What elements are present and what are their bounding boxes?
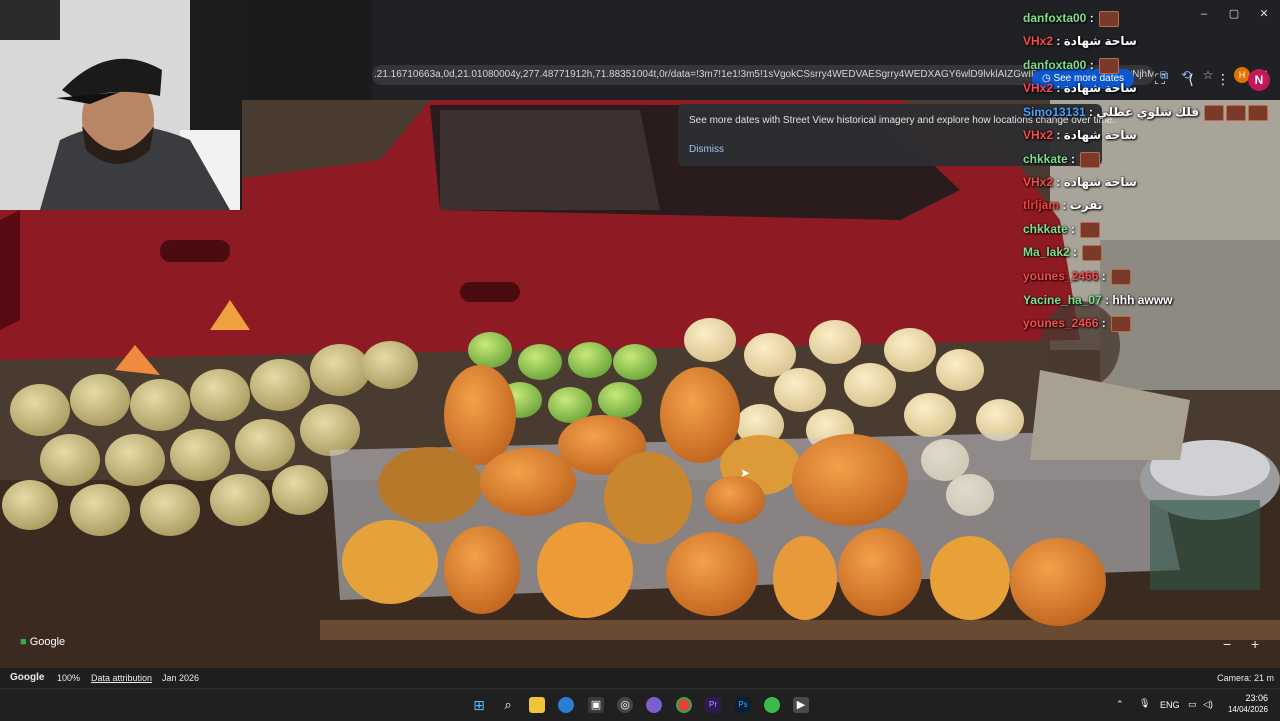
- emote-icon: [1099, 11, 1120, 27]
- chat-message: Simo13131 : قلك شلوي عطلي: [1023, 105, 1269, 121]
- imagery-date: Jan 2026: [162, 673, 200, 683]
- zoom-out-button[interactable]: −: [1223, 636, 1231, 652]
- chat-username: VHx2: [1023, 34, 1054, 48]
- chat-text: قلك شلوي عطلي: [1096, 105, 1200, 120]
- emote-icon: [1080, 222, 1101, 238]
- chat-username: chkkate: [1023, 152, 1068, 167]
- streamer-webcam: [0, 0, 242, 210]
- maps-footer: Google 100% Data attribution Jan 2026 Ca…: [0, 668, 1280, 688]
- windows-taskbar: ⊞ ⌕ ▣ ◎ Pr Ps ▶ ⌃ 🎙 ENG ▭ ◁) 23:06 14/04…: [0, 688, 1280, 721]
- chat-username: VHx2: [1023, 175, 1054, 189]
- tray-overflow-icon[interactable]: ⌃: [1116, 699, 1124, 710]
- file-explorer-icon[interactable]: [529, 697, 545, 713]
- chat-message: younes_2466 :: [1023, 269, 1132, 285]
- zoom-level: 100%: [57, 673, 81, 683]
- chat-username: danfoxta00: [1023, 58, 1087, 73]
- windows-start-icon[interactable]: ⊞: [471, 697, 487, 713]
- clock-time[interactable]: 23:06: [1228, 693, 1268, 703]
- chat-text: ساحة شهادة: [1063, 128, 1137, 142]
- chat-username: VHx2: [1023, 81, 1054, 95]
- emote-icon: [1111, 316, 1132, 332]
- more-options-icon[interactable]: ⋮: [1213, 69, 1233, 89]
- chat-username: Ma_lak2: [1023, 245, 1070, 260]
- maximize-icon[interactable]: ▢: [1224, 6, 1244, 22]
- chat-text: ساحة شهادة: [1063, 81, 1137, 95]
- camera-height: Camera: 21 m: [1217, 673, 1275, 683]
- fullscreen-icon[interactable]: ⛶: [1150, 69, 1170, 89]
- chrome-icon[interactable]: [676, 697, 692, 713]
- chat-username: younes_2466: [1023, 316, 1099, 331]
- chat-username: Yacine_ha_07: [1023, 293, 1102, 307]
- zoom-in-button[interactable]: +: [1251, 636, 1259, 652]
- chat-message: Ma_lak2 :: [1023, 245, 1103, 261]
- app-icon[interactable]: ◎: [617, 697, 633, 713]
- maps-pin-icon: ■: [20, 636, 30, 648]
- emote-icon: [1248, 105, 1269, 121]
- chat-username: Simo13131: [1023, 105, 1086, 120]
- chat-message: Yacine_ha_07 : hhh awww: [1023, 293, 1173, 307]
- language-indicator[interactable]: ENG: [1160, 700, 1180, 710]
- chat-message: chkkate :: [1023, 152, 1101, 168]
- chat-text: ساحة شهادة: [1063, 34, 1137, 48]
- account-avatar[interactable]: N: [1248, 69, 1270, 91]
- search-icon[interactable]: ⌕: [500, 697, 516, 713]
- zoom-controls: − +: [1215, 636, 1271, 652]
- app-green-icon[interactable]: [764, 697, 780, 713]
- chat-username: younes_2466: [1023, 269, 1099, 284]
- photoshop-icon[interactable]: Ps: [735, 697, 751, 713]
- clock-date[interactable]: 14/04/2026: [1224, 705, 1268, 714]
- data-attribution-link[interactable]: Data attribution: [91, 673, 152, 683]
- chat-text: تقرت: [1069, 198, 1103, 212]
- chat-message: younes_2466 :: [1023, 316, 1132, 332]
- chat-message: VHx2 : ساحة شهادة: [1023, 128, 1137, 142]
- emote-icon: [1204, 105, 1225, 121]
- mouse-cursor-icon: ➤: [740, 466, 751, 480]
- chat-message: VHx2 : ساحة شهادة: [1023, 175, 1137, 189]
- chat-text: hhh awww: [1112, 293, 1173, 307]
- share-icon[interactable]: ⟨: [1181, 69, 1201, 89]
- browser-chrome: – ▢ ✕ .21.16710663a,0d,21.01080004y,277.…: [372, 0, 1280, 100]
- google-badge-label: Google: [29, 636, 66, 648]
- minimize-icon[interactable]: –: [1194, 6, 1214, 22]
- chat-username: chkkate: [1023, 222, 1068, 237]
- microphone-icon[interactable]: 🎙: [1139, 698, 1150, 709]
- chat-message: danfoxta00 :: [1023, 58, 1120, 74]
- chat-message: VHx2 : ساحة شهادة: [1023, 34, 1137, 48]
- discord-icon[interactable]: [646, 697, 662, 713]
- chat-message: tlrljam : تقرت: [1023, 198, 1103, 212]
- webcam-image: [0, 0, 242, 210]
- google-maps-badge[interactable]: ■ Google: [20, 636, 65, 648]
- chat-username: VHx2: [1023, 128, 1054, 142]
- chat-message: chkkate :: [1023, 222, 1101, 238]
- emote-icon: [1226, 105, 1247, 121]
- media-player-icon[interactable]: ▶: [793, 697, 809, 713]
- chat-username: danfoxta00: [1023, 11, 1087, 26]
- premiere-pro-icon[interactable]: Pr: [705, 697, 721, 713]
- address-bar-row: .21.16710663a,0d,21.01080004y,277.487719…: [372, 32, 1280, 85]
- store-icon[interactable]: ▣: [588, 697, 604, 713]
- tab-strip: – ▢ ✕: [372, 0, 1280, 32]
- emote-icon: [1099, 58, 1120, 74]
- chat-message: danfoxta00 :: [1023, 11, 1120, 27]
- google-logo: Google: [10, 672, 45, 683]
- emote-icon: [1111, 269, 1132, 285]
- close-icon[interactable]: ✕: [1254, 6, 1274, 22]
- dismiss-button[interactable]: Dismiss: [689, 144, 724, 155]
- network-icon[interactable]: ▭: [1188, 699, 1197, 710]
- emote-icon: [1080, 152, 1101, 168]
- edge-browser-icon[interactable]: [558, 697, 574, 713]
- chat-username: tlrljam: [1023, 198, 1060, 212]
- emote-icon: [1082, 245, 1103, 261]
- chat-message: VHx2 : ساحة شهادة: [1023, 81, 1137, 95]
- volume-icon[interactable]: ◁): [1203, 699, 1213, 710]
- chat-text: ساحة شهادة: [1063, 175, 1137, 189]
